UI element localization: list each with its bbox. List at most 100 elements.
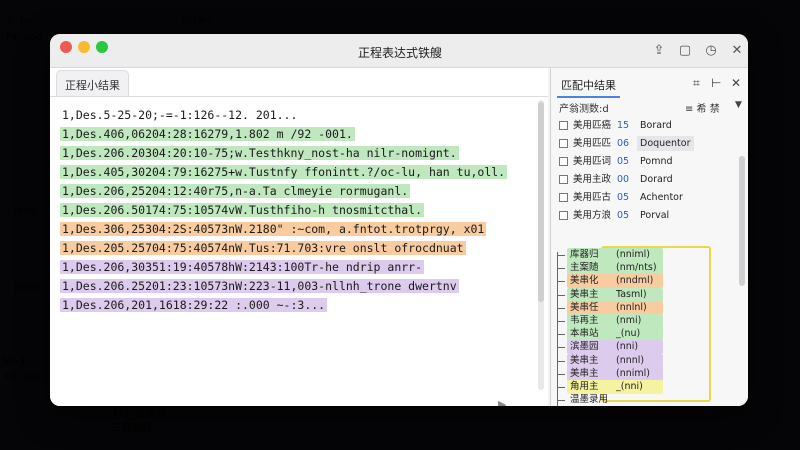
maximize-window-button[interactable]	[96, 41, 108, 53]
match-name: 美用匹匹	[573, 138, 612, 149]
checkbox[interactable]	[559, 211, 568, 220]
group-name: 美串主	[570, 288, 599, 300]
share-icon[interactable]: ⇪	[650, 42, 668, 60]
group-pattern: (nni)	[616, 341, 639, 353]
capture-group[interactable]: 美串主 (nniml)	[567, 366, 663, 381]
desktop-code-fragment: cedy	[12, 206, 37, 217]
match-name: 美用主政	[573, 174, 612, 185]
comment-icon[interactable]: ▢	[676, 42, 694, 60]
tree-branch	[557, 360, 565, 362]
match-item[interactable]: 美用匹古 05 Achentor	[559, 190, 735, 205]
desktop-code-fragment: F¥ aoo	[6, 32, 43, 43]
checkbox[interactable]	[559, 193, 568, 202]
split-icon[interactable]: ⊢	[711, 76, 721, 90]
capture-group[interactable]: 本串站 _(nu)	[567, 327, 663, 342]
capture-group[interactable]: 库器归 (nniml)	[567, 248, 663, 262]
group-name: 韦再主	[570, 315, 599, 326]
group-pattern: (nnlnl)	[616, 301, 647, 313]
minimize-window-button[interactable]	[78, 41, 90, 53]
match-item[interactable]: 美用方浪 05 Porval	[559, 208, 735, 223]
tab-regex-results[interactable]: 正程小结果	[56, 70, 129, 96]
tab-match-results[interactable]: 匹配中结果	[557, 74, 620, 98]
match-name: 美用方浪	[573, 210, 612, 221]
close-window-button[interactable]	[60, 41, 72, 53]
tree-branch	[557, 400, 565, 402]
match-highlight: 1,Des.206,201,1618:29:22 :.000 ~-:3...	[60, 298, 328, 312]
group-pattern: (nnnl)	[616, 354, 645, 366]
text-line: 1,Des.306,25304:2S:40573nW.2180" :~com, …	[60, 222, 487, 237]
capture-group[interactable]: 美串化 (nndml)	[567, 274, 663, 289]
match-count: 00	[617, 174, 630, 185]
group-pattern: _(nu)	[616, 328, 641, 340]
group-name: 滨墨园	[570, 341, 599, 353]
capture-group[interactable]: 美串主 (nnnl)	[567, 353, 663, 368]
match-value: Borard	[640, 120, 672, 131]
tab-divider	[50, 96, 548, 97]
clock-icon[interactable]: ◷	[702, 42, 720, 60]
group-name: 美串任	[570, 301, 599, 313]
match-name: 美用匹古	[573, 192, 612, 203]
tree-branch	[557, 268, 565, 270]
capture-group[interactable]: 韦再主 (nmi)	[567, 314, 663, 328]
tree-branch	[557, 321, 565, 322]
group-pattern: (nm/nts)	[616, 262, 657, 274]
desktop-code-fragment: E F=	[8, 16, 33, 27]
editor-scrollbar-thumb[interactable]	[538, 102, 544, 302]
regex-window: 正程表达式铁艘 ⇪ ▢ ◷ ✕ 正程小结果 1,Des.5-25-20;-=-1…	[50, 34, 748, 406]
match-item[interactable]: 美用匹词 05 Pomnd	[559, 154, 735, 169]
group-name: 温墨录用	[570, 394, 609, 406]
match-item[interactable]: 美用主政 00 Dorard	[559, 172, 735, 187]
group-pattern: (nndml)	[616, 275, 654, 287]
match-count: 05	[617, 192, 630, 203]
match-highlight: 1,Des.205.25704:75:40574nW.Tus:71.703:vr…	[60, 241, 466, 255]
capture-group[interactable]: 温墨录用	[567, 393, 663, 406]
close-panel-icon[interactable]: ✕	[731, 76, 741, 90]
play-icon[interactable]: ▶	[498, 398, 506, 406]
text-line: 1,Des.206,30351:19:40578hW:2143:100Tr-he…	[60, 260, 425, 275]
chevron-down-icon[interactable]: ▼	[735, 100, 742, 110]
desktop-code-fragment: F¥ aoo	[4, 372, 41, 383]
match-highlight: 1,Des.306,25304:2S:40573nW.2180" :~com, …	[60, 222, 487, 236]
tree-branch	[557, 281, 565, 283]
results-scrollbar[interactable]	[739, 156, 745, 286]
text-line: 1,Des.206,25204:12:40r75,n-a.Ta clmeyie …	[60, 184, 411, 199]
group-pattern: (nniml)	[616, 249, 650, 260]
filter-label: 产翁测数:d	[559, 104, 609, 115]
match-highlight: 1,Des.206,25204:12:40r75,n-a.Ta clmeyie …	[60, 184, 411, 198]
text-line: 1,Des.205.25704:75:40574nW.Tus:71.703:vr…	[60, 241, 466, 256]
crop-icon[interactable]: ⌗	[693, 76, 700, 91]
match-results-pane: 匹配中结果 ⌗ ⊢ ✕ 产翁测数:d ≡ 希 禁 ▼ 美用匹癌 15 Borard 美…	[550, 68, 748, 406]
group-pattern: Tasml)	[616, 288, 647, 300]
group-pattern: (nmi)	[616, 315, 642, 326]
capture-group[interactable]: 主案随 (nm/nts)	[567, 261, 663, 276]
desktop-code-fragment: cedy	[14, 282, 39, 293]
match-highlight: 1,Des.206.50174:75:10574vW.Tusthfiho-h t…	[60, 203, 425, 217]
tree-branch	[557, 373, 565, 375]
match-value: Pomnd	[640, 156, 673, 167]
text-line: 1,Des.206.20304:20:10-75;w.Testhkny_nost…	[60, 146, 459, 161]
close-icon[interactable]: ✕	[728, 42, 746, 60]
text-line: 1,Des.406,06204:28:16279,1.802 m /92 -00…	[60, 127, 355, 142]
tree-branch	[557, 347, 565, 349]
group-name: 主案随	[570, 262, 599, 274]
capture-group[interactable]: 美串主 Tasml)	[567, 287, 663, 302]
text-line: 1,Des.206,201,1618:29:22 :.000 ~-:3...	[60, 298, 328, 313]
group-name: 本串站	[570, 328, 599, 340]
capture-group[interactable]: 角用主 _(nni)	[567, 380, 663, 394]
match-value: Doquentor	[637, 136, 694, 151]
tree-branch	[557, 387, 565, 388]
desktop-code-fragment: SO-1	[2, 356, 27, 367]
checkbox[interactable]	[559, 157, 568, 166]
match-value: Achentor	[640, 192, 683, 203]
capture-group[interactable]: 滨墨园 (nni)	[567, 340, 663, 355]
match-name: 美用匹词	[573, 156, 612, 167]
checkbox[interactable]	[559, 175, 568, 184]
match-item[interactable]: 美用匹匹 06 Doquentor	[559, 136, 735, 151]
capture-group[interactable]: 美串任 (nnlnl)	[567, 300, 663, 315]
title-bar: 正程表达式铁艘 ⇪ ▢ ◷ ✕	[50, 34, 748, 68]
checkbox[interactable]	[559, 121, 568, 130]
sort-controls[interactable]: ≡ 希 禁	[685, 100, 720, 115]
match-item[interactable]: 美用匹癌 15 Borard	[559, 118, 735, 133]
group-pattern: _(nni)	[616, 381, 643, 392]
checkbox[interactable]	[559, 139, 568, 148]
